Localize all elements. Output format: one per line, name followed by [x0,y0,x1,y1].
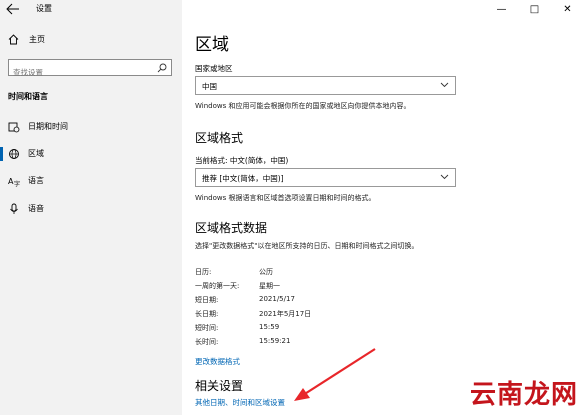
sidebar-item-speech[interactable]: 语音 [0,198,182,220]
country-value: 中国 [202,82,217,91]
sidebar-item-label: 日期和时间 [28,122,68,131]
format-key: 长时间: [195,338,219,346]
format-value: 15:59:21 [259,337,291,345]
region-format-description: Windows 根据语言和区域首选项设置日期和时间的格式。 [195,194,376,202]
format-key: 短时间: [195,324,219,332]
format-value: 星期一 [259,282,280,290]
svg-text:字: 字 [14,180,20,187]
sidebar: 设置 主页 时间和语言 日期和时间 区域 A 字 [0,0,182,415]
minimize-button[interactable]: — [485,0,518,18]
window-controls: — □ ✕ [485,0,584,18]
current-format-label: 当前格式: 中文(简体，中国) [195,156,289,165]
active-indicator [0,147,3,161]
page-title: 区域 [195,35,229,55]
window-title: 设置 [36,4,52,13]
region-format-heading: 区域格式 [195,131,244,145]
format-key: 日历: [195,268,212,276]
search-icon[interactable] [157,63,167,73]
arrow-line [299,348,376,398]
home-icon [8,34,19,45]
search-box[interactable] [8,59,172,80]
format-data-heading: 区域格式数据 [195,221,268,235]
sidebar-item-region[interactable]: 区域 [0,143,182,165]
region-format-dropdown[interactable]: 推荐 [中文(简体，中国)] [195,168,456,187]
format-key: 短日期: [195,296,219,304]
related-settings-heading: 相关设置 [195,379,244,393]
format-key: 一周的第一天: [195,282,240,290]
close-button[interactable]: ✕ [551,0,584,18]
sidebar-item-language[interactable]: A 字 语言 [0,170,182,192]
language-icon: A 字 [8,177,20,187]
search-input[interactable] [9,65,149,80]
country-description: Windows 和应用可能会根据你所在的国家或地区向你提供本地内容。 [195,102,411,110]
sidebar-item-label: 区域 [28,149,44,158]
format-value: 2021/5/17 [259,295,295,303]
format-value: 15:59 [259,323,280,331]
home-label: 主页 [29,35,45,44]
region-format-value: 推荐 [中文(简体，中国)] [202,174,284,183]
country-dropdown[interactable]: 中国 [195,76,456,95]
microphone-icon [10,203,18,214]
additional-date-time-region-link[interactable]: 其他日期、时间和区域设置 [195,397,285,408]
annotation-arrow [294,348,376,401]
sidebar-item-label: 语音 [28,204,44,213]
sidebar-item-date-time[interactable]: 日期和时间 [0,116,182,138]
format-value: 公历 [259,268,273,276]
country-label: 国家或地区 [195,64,233,73]
chevron-down-icon [440,174,449,180]
chevron-down-icon [440,82,449,88]
home-nav[interactable]: 主页 [8,34,45,45]
globe-icon [9,149,19,159]
sidebar-item-label: 语言 [28,176,44,185]
section-header: 时间和语言 [8,92,48,101]
arrow-head [294,388,310,401]
change-data-format-link[interactable]: 更改数据格式 [195,356,240,367]
format-data-description: 选择"更改数据格式"以在地区所支持的日历、日期和时间格式之间切换。 [195,242,419,250]
watermark: 云南龙网 [469,380,578,410]
format-key: 长日期: [195,310,219,318]
calendar-clock-icon [8,122,20,133]
format-value: 2021年5月17日 [259,310,312,318]
back-arrow-icon[interactable] [6,3,20,15]
maximize-button[interactable]: □ [518,0,551,18]
